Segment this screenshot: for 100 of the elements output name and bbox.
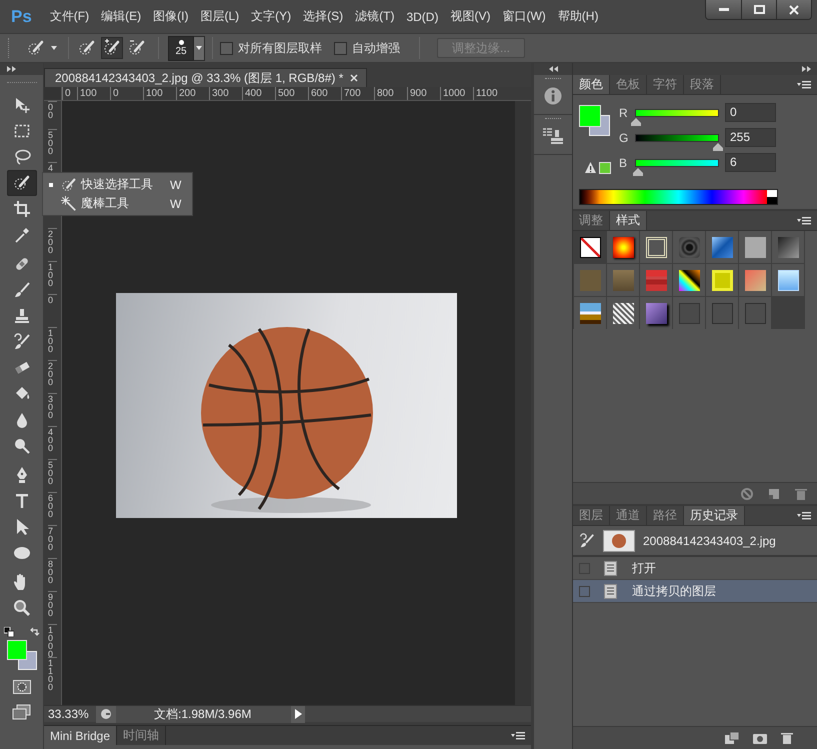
style-swatch[interactable] bbox=[772, 231, 804, 263]
menu-item[interactable]: 3D(D) bbox=[400, 8, 444, 26]
add-to-selection-button[interactable] bbox=[101, 37, 123, 59]
ruler-label: 700 bbox=[341, 87, 374, 100]
default-colors-icon[interactable] bbox=[4, 627, 14, 637]
ruler-label: 900 bbox=[407, 87, 440, 100]
value-field[interactable]: 6 bbox=[725, 153, 776, 172]
swap-colors-icon[interactable] bbox=[30, 627, 40, 637]
panel-tab[interactable]: 颜色 bbox=[573, 75, 610, 94]
style-swatch[interactable] bbox=[574, 264, 606, 296]
tool-button[interactable] bbox=[6, 170, 36, 196]
panel-tab[interactable]: 段落 bbox=[684, 75, 721, 94]
camera-icon[interactable] bbox=[753, 732, 767, 744]
menu-item[interactable]: 图层(L) bbox=[194, 6, 246, 27]
slider-thumb[interactable] bbox=[631, 118, 641, 126]
document-tab[interactable]: 200884142343403_2.jpg @ 33.3% (图层 1, RGB/8#) * bbox=[44, 68, 368, 87]
menu-item[interactable]: 选择(S) bbox=[297, 6, 350, 27]
color-spectrum-bar[interactable] bbox=[579, 188, 778, 204]
style-swatch[interactable] bbox=[739, 264, 771, 296]
style-swatch[interactable] bbox=[706, 264, 738, 296]
style-swatch[interactable] bbox=[607, 297, 639, 329]
menu-item[interactable]: 编辑(E) bbox=[95, 6, 148, 27]
style-swatch[interactable] bbox=[772, 264, 804, 296]
slider-thumb[interactable] bbox=[632, 168, 643, 176]
ruler-label: 500 bbox=[48, 459, 57, 492]
web-safe-color-swatch[interactable] bbox=[599, 162, 611, 174]
minimize-button[interactable] bbox=[706, 0, 741, 19]
menu-item[interactable]: 帮助(H) bbox=[552, 6, 604, 27]
ruler-label: 100 bbox=[77, 87, 110, 100]
expand-arrows-icon[interactable] bbox=[7, 66, 16, 72]
new-document-icon[interactable] bbox=[725, 732, 739, 744]
no-sign-icon[interactable] bbox=[741, 488, 753, 500]
screen-mode-icon[interactable] bbox=[12, 704, 32, 720]
panel-tab[interactable]: 字符 bbox=[647, 75, 684, 94]
style-swatch[interactable] bbox=[673, 231, 705, 263]
style-swatch[interactable] bbox=[574, 297, 606, 329]
menu-item[interactable]: 文字(Y) bbox=[245, 6, 298, 27]
style-swatch[interactable] bbox=[673, 264, 705, 296]
checkbox-label[interactable]: 自动增强 bbox=[352, 40, 400, 56]
style-swatch[interactable] bbox=[607, 264, 639, 296]
panel-tab[interactable]: 通道 bbox=[610, 506, 647, 525]
quick-selection-brush-icon bbox=[12, 174, 30, 192]
document-icon bbox=[604, 584, 617, 598]
style-swatch[interactable] bbox=[640, 231, 672, 263]
quick-mask-icon[interactable] bbox=[12, 680, 30, 694]
checkbox-label[interactable]: 对所有图层取样 bbox=[238, 40, 322, 56]
panel-tab[interactable]: 样式 bbox=[610, 211, 647, 230]
value-field[interactable]: 0 bbox=[725, 103, 776, 122]
style-swatch[interactable] bbox=[640, 264, 672, 296]
value-field[interactable]: 255 bbox=[725, 128, 776, 147]
ruler-label: 1000 bbox=[440, 87, 473, 100]
document-size-info: 文档:1.98M/3.96M bbox=[116, 706, 291, 722]
panel-menu-icon[interactable] bbox=[511, 732, 525, 740]
new-style-icon[interactable] bbox=[768, 488, 780, 500]
ruler-label: 200 bbox=[48, 228, 57, 261]
info-icon[interactable] bbox=[544, 87, 562, 105]
history-brush-icon[interactable] bbox=[579, 532, 595, 548]
color-swatches-drawing[interactable] bbox=[579, 105, 611, 137]
zoom-level[interactable]: 33.33% bbox=[44, 707, 96, 721]
checkbox[interactable] bbox=[579, 586, 590, 596]
panel-menu-icon[interactable] bbox=[797, 216, 811, 224]
style-swatch[interactable] bbox=[706, 231, 738, 263]
checkbox[interactable] bbox=[334, 42, 347, 54]
ruler-label: 400 bbox=[48, 426, 57, 459]
collapse-arrows-icon[interactable] bbox=[548, 66, 558, 72]
style-swatch[interactable] bbox=[739, 297, 771, 329]
ruler-label: 600 bbox=[48, 492, 57, 525]
menu-item[interactable]: 滤镜(T) bbox=[349, 6, 400, 27]
brush-size-picker[interactable]: 25 bbox=[168, 36, 194, 60]
slider-thumb[interactable] bbox=[713, 143, 723, 151]
flyout-menu-item[interactable]: 魔棒工具 W bbox=[43, 194, 192, 213]
style-swatch[interactable] bbox=[640, 297, 672, 329]
snapshot-name[interactable]: 200884142343403_2.jpg bbox=[643, 534, 776, 548]
menu-item[interactable]: 图像(I) bbox=[147, 6, 194, 27]
close-icon[interactable] bbox=[350, 74, 358, 82]
style-swatch[interactable] bbox=[739, 231, 771, 263]
panel-tab[interactable]: 图层 bbox=[573, 506, 610, 525]
panel-tab[interactable]: Mini Bridge bbox=[44, 726, 118, 745]
clone-source-icon[interactable] bbox=[543, 127, 563, 145]
menu-item[interactable]: 文件(F) bbox=[44, 6, 96, 27]
warning-icon[interactable] bbox=[585, 162, 596, 173]
status-icon[interactable] bbox=[96, 706, 116, 722]
trash-icon[interactable] bbox=[781, 732, 793, 744]
style-swatch[interactable] bbox=[706, 297, 738, 329]
panel-menu-icon[interactable] bbox=[797, 512, 811, 520]
maximize-button[interactable] bbox=[741, 0, 776, 19]
panel-tab[interactable]: 历史记录 bbox=[684, 506, 745, 525]
caret-icon[interactable] bbox=[194, 36, 205, 60]
expand-arrows-icon[interactable] bbox=[802, 66, 811, 72]
color-swatches-drawing[interactable] bbox=[6, 640, 36, 670]
menu-item[interactable]: 视图(V) bbox=[444, 6, 496, 27]
checkbox[interactable] bbox=[220, 42, 233, 54]
close-button[interactable] bbox=[776, 0, 811, 19]
panel-menu-icon[interactable] bbox=[797, 80, 811, 88]
style-swatch[interactable] bbox=[673, 297, 705, 329]
menu-item[interactable]: 窗口(W) bbox=[496, 6, 552, 27]
style-swatch[interactable] bbox=[607, 231, 639, 263]
trash-icon[interactable] bbox=[795, 488, 807, 500]
panel-tab[interactable]: 色板 bbox=[610, 75, 647, 94]
history-state[interactable]: 通过拷贝的图层 bbox=[573, 580, 817, 603]
